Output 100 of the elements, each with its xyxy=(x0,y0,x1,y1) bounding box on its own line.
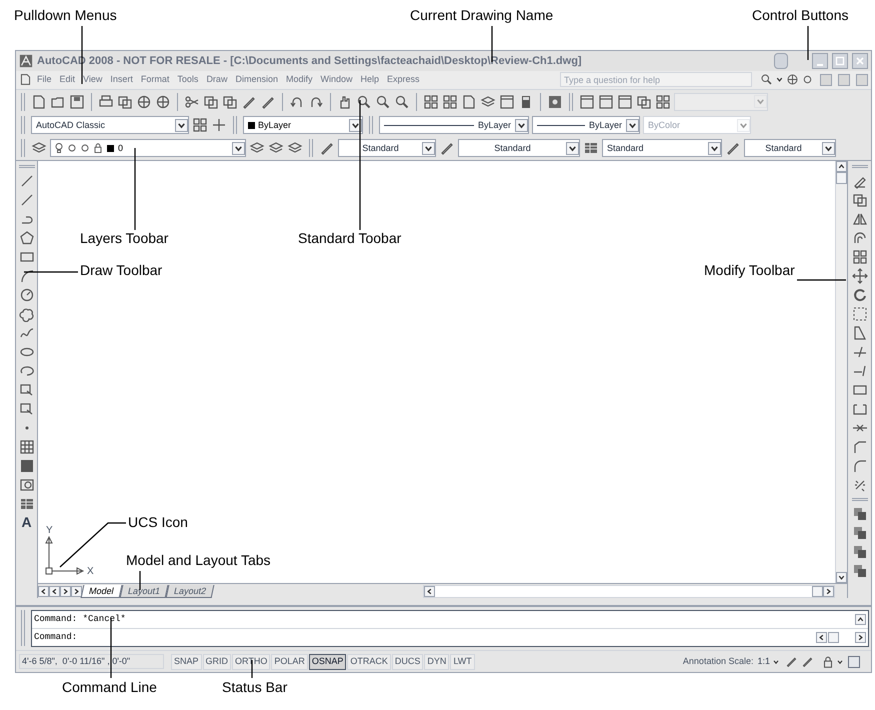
menu-item[interactable]: Tools xyxy=(174,73,202,87)
horizontal-scrollbar[interactable] xyxy=(422,584,835,598)
menu-item[interactable]: Modify xyxy=(282,73,316,87)
chamfer-icon[interactable] xyxy=(852,438,868,455)
window-icon[interactable] xyxy=(579,94,595,110)
toolbar-grip[interactable] xyxy=(21,116,25,134)
layer-dropdown[interactable]: 0 xyxy=(50,139,246,158)
arc-icon[interactable] xyxy=(18,268,34,284)
lineweight-dropdown[interactable]: ByLayer xyxy=(532,116,640,134)
menu-item[interactable]: Express xyxy=(384,73,423,87)
rotate-icon[interactable] xyxy=(852,286,868,303)
scroll-left-button[interactable] xyxy=(816,632,827,644)
grid-icon[interactable] xyxy=(192,117,208,134)
layout-tab[interactable]: Model xyxy=(80,584,122,598)
menu-item[interactable]: View xyxy=(80,73,106,87)
status-toggle-button[interactable]: OSNAP xyxy=(308,654,346,670)
draw-order-icon[interactable] xyxy=(852,562,868,579)
toolbar-grip[interactable] xyxy=(569,92,573,111)
table-style-dropdown[interactable]: Standard xyxy=(602,139,722,158)
scroll-right-button[interactable] xyxy=(855,632,866,644)
menu-item[interactable]: Format xyxy=(138,73,172,87)
magnifier-icon[interactable] xyxy=(760,73,773,86)
copy-icon[interactable] xyxy=(636,94,652,110)
vertical-scrollbar[interactable] xyxy=(835,160,847,584)
status-toggle-button[interactable]: POLAR xyxy=(271,654,308,670)
tab-next-button[interactable] xyxy=(60,586,71,597)
menu-item[interactable]: Dimension xyxy=(232,73,281,87)
scroll-up-button[interactable] xyxy=(836,160,847,172)
grid-icon[interactable] xyxy=(423,94,439,110)
bulb-icon[interactable] xyxy=(53,142,65,154)
help-search-field[interactable]: Type a question for help xyxy=(560,72,752,88)
copy-icon[interactable] xyxy=(203,94,219,110)
draw-order-icon[interactable] xyxy=(852,506,868,522)
text-style-dropdown[interactable]: Standard xyxy=(338,139,436,158)
dimension-style-dropdown[interactable]: Standard xyxy=(458,139,580,158)
status-toggle-button[interactable]: ORTHO xyxy=(232,654,270,670)
scale-icon[interactable] xyxy=(852,306,868,322)
scroll-thumb[interactable] xyxy=(828,632,839,644)
status-toggle-button[interactable]: GRID xyxy=(202,654,232,670)
globe-icon[interactable] xyxy=(155,94,171,110)
fillet-icon[interactable] xyxy=(852,458,868,474)
circle-icon[interactable] xyxy=(18,286,34,303)
scissors-icon[interactable] xyxy=(184,94,200,110)
toolbar-grip[interactable] xyxy=(21,92,25,111)
scroll-left-button[interactable] xyxy=(424,586,435,597)
grid-icon[interactable] xyxy=(655,94,671,110)
maximize-button[interactable] xyxy=(832,52,848,69)
toolbar-grip[interactable] xyxy=(369,116,373,134)
window-icon[interactable] xyxy=(499,94,515,110)
grid-icon[interactable] xyxy=(442,94,458,110)
toolbar-grip[interactable] xyxy=(309,139,313,158)
tab-prev-button[interactable] xyxy=(49,586,60,597)
tab-prev-button[interactable] xyxy=(38,586,49,597)
multiline-text-tool[interactable]: A xyxy=(21,514,32,529)
window-icon[interactable] xyxy=(598,94,614,110)
copy-icon[interactable] xyxy=(117,94,133,110)
status-toggle-button[interactable]: OTRACK xyxy=(347,654,391,670)
magnifier-icon[interactable] xyxy=(375,94,391,110)
draw-order-icon[interactable] xyxy=(852,544,868,560)
scroll-right-button[interactable] xyxy=(823,586,834,597)
scroll-thumb[interactable] xyxy=(812,586,823,597)
status-toggle-button[interactable]: SNAP xyxy=(171,654,202,670)
toolbar-grip[interactable] xyxy=(233,116,237,134)
annotation-scale-dropdown[interactable]: 1:1 xyxy=(757,654,780,668)
tab-next-button[interactable] xyxy=(71,586,82,597)
globe-icon[interactable] xyxy=(786,73,799,86)
lock-icon[interactable] xyxy=(92,142,104,154)
floppy-icon[interactable] xyxy=(69,94,85,110)
menu-item[interactable]: File xyxy=(34,73,55,87)
polygon-icon[interactable] xyxy=(18,230,34,246)
document-icon[interactable] xyxy=(461,94,477,110)
copy-icon[interactable] xyxy=(852,192,868,208)
draw-order-icon[interactable] xyxy=(852,524,868,541)
region-icon[interactable] xyxy=(18,476,34,493)
copy-icon[interactable] xyxy=(222,94,238,110)
window-icon[interactable] xyxy=(617,94,633,110)
document-icon[interactable] xyxy=(19,73,32,86)
menu-item[interactable]: Help xyxy=(358,73,382,87)
hatch-icon[interactable] xyxy=(18,438,34,455)
menu-item[interactable]: Insert xyxy=(107,73,136,87)
close-button[interactable] xyxy=(852,52,868,69)
grid-icon[interactable] xyxy=(852,248,868,265)
cloud-icon[interactable] xyxy=(18,306,34,322)
menu-item[interactable]: Window xyxy=(318,73,356,87)
menu-item[interactable]: Edit xyxy=(56,73,78,87)
offset-icon[interactable] xyxy=(852,230,868,246)
status-toggle-button[interactable]: DUCS xyxy=(392,654,424,670)
pencil-icon[interactable] xyxy=(801,655,814,668)
multileader-style-dropdown[interactable]: Standard xyxy=(744,139,836,158)
move-icon[interactable] xyxy=(852,268,868,284)
menu-item[interactable]: Draw xyxy=(203,73,230,87)
scroll-up-button[interactable] xyxy=(855,614,866,626)
clean-screen-button[interactable] xyxy=(848,656,860,668)
magnifier-icon[interactable] xyxy=(356,94,372,110)
scroll-thumb[interactable] xyxy=(836,172,847,184)
layout-tab[interactable]: Layout1 xyxy=(119,584,168,598)
crosshair-icon[interactable] xyxy=(211,117,227,134)
scroll-down-button[interactable] xyxy=(836,572,847,584)
workspace-dropdown[interactable]: AutoCAD Classic xyxy=(31,116,189,134)
globe-icon[interactable] xyxy=(136,94,152,110)
